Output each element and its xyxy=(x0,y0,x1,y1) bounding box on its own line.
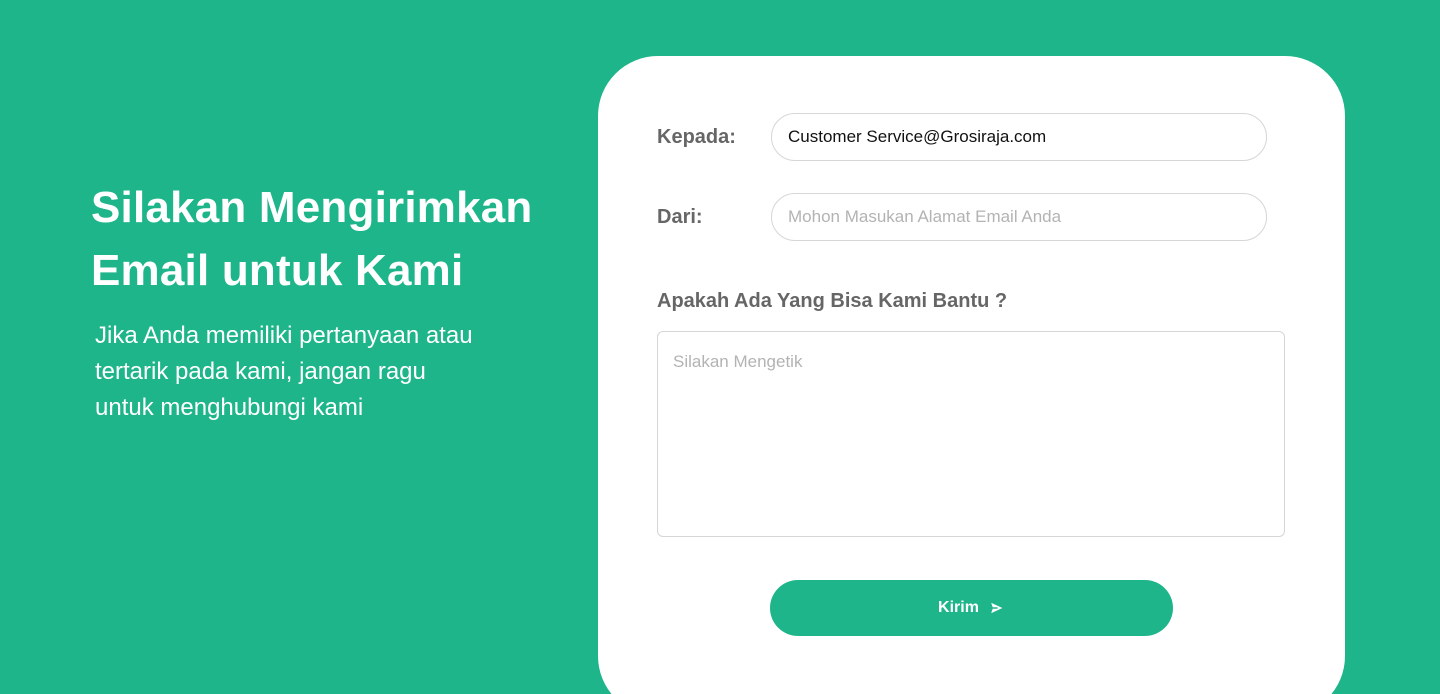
question-heading: Apakah Ada Yang Bisa Kami Bantu ? xyxy=(657,290,1008,312)
contact-page: Silakan Mengirimkan Email untuk Kami Jik… xyxy=(0,0,1440,694)
to-row: Kepada: xyxy=(657,113,1267,161)
intro-description: Jika Anda memiliki pertanyaan atau terta… xyxy=(91,318,561,426)
send-icon xyxy=(989,600,1005,616)
intro-text-line-2: tertarik pada kami, jangan ragu xyxy=(95,358,426,385)
intro-title-line-1: Silakan Mengirimkan xyxy=(91,183,533,232)
email-form-card: Kepada: Dari: Apakah Ada Yang Bisa Kami … xyxy=(598,56,1345,694)
intro-section: Silakan Mengirimkan Email untuk Kami Jik… xyxy=(91,176,561,426)
to-field[interactable] xyxy=(771,113,1267,161)
intro-title-line-2: Email untuk Kami xyxy=(91,246,464,295)
message-textarea[interactable] xyxy=(657,331,1285,537)
intro-title: Silakan Mengirimkan Email untuk Kami xyxy=(91,176,561,302)
to-label: Kepada: xyxy=(657,125,736,148)
send-button[interactable]: Kirim xyxy=(770,580,1173,636)
intro-text-line-1: Jika Anda memiliki pertanyaan atau xyxy=(95,322,473,349)
from-email-field[interactable] xyxy=(771,193,1267,241)
send-button-label: Kirim xyxy=(938,599,979,616)
intro-text-line-3: untuk menghubungi kami xyxy=(95,394,364,421)
from-label: Dari: xyxy=(657,205,703,228)
from-row: Dari: xyxy=(657,193,1267,241)
